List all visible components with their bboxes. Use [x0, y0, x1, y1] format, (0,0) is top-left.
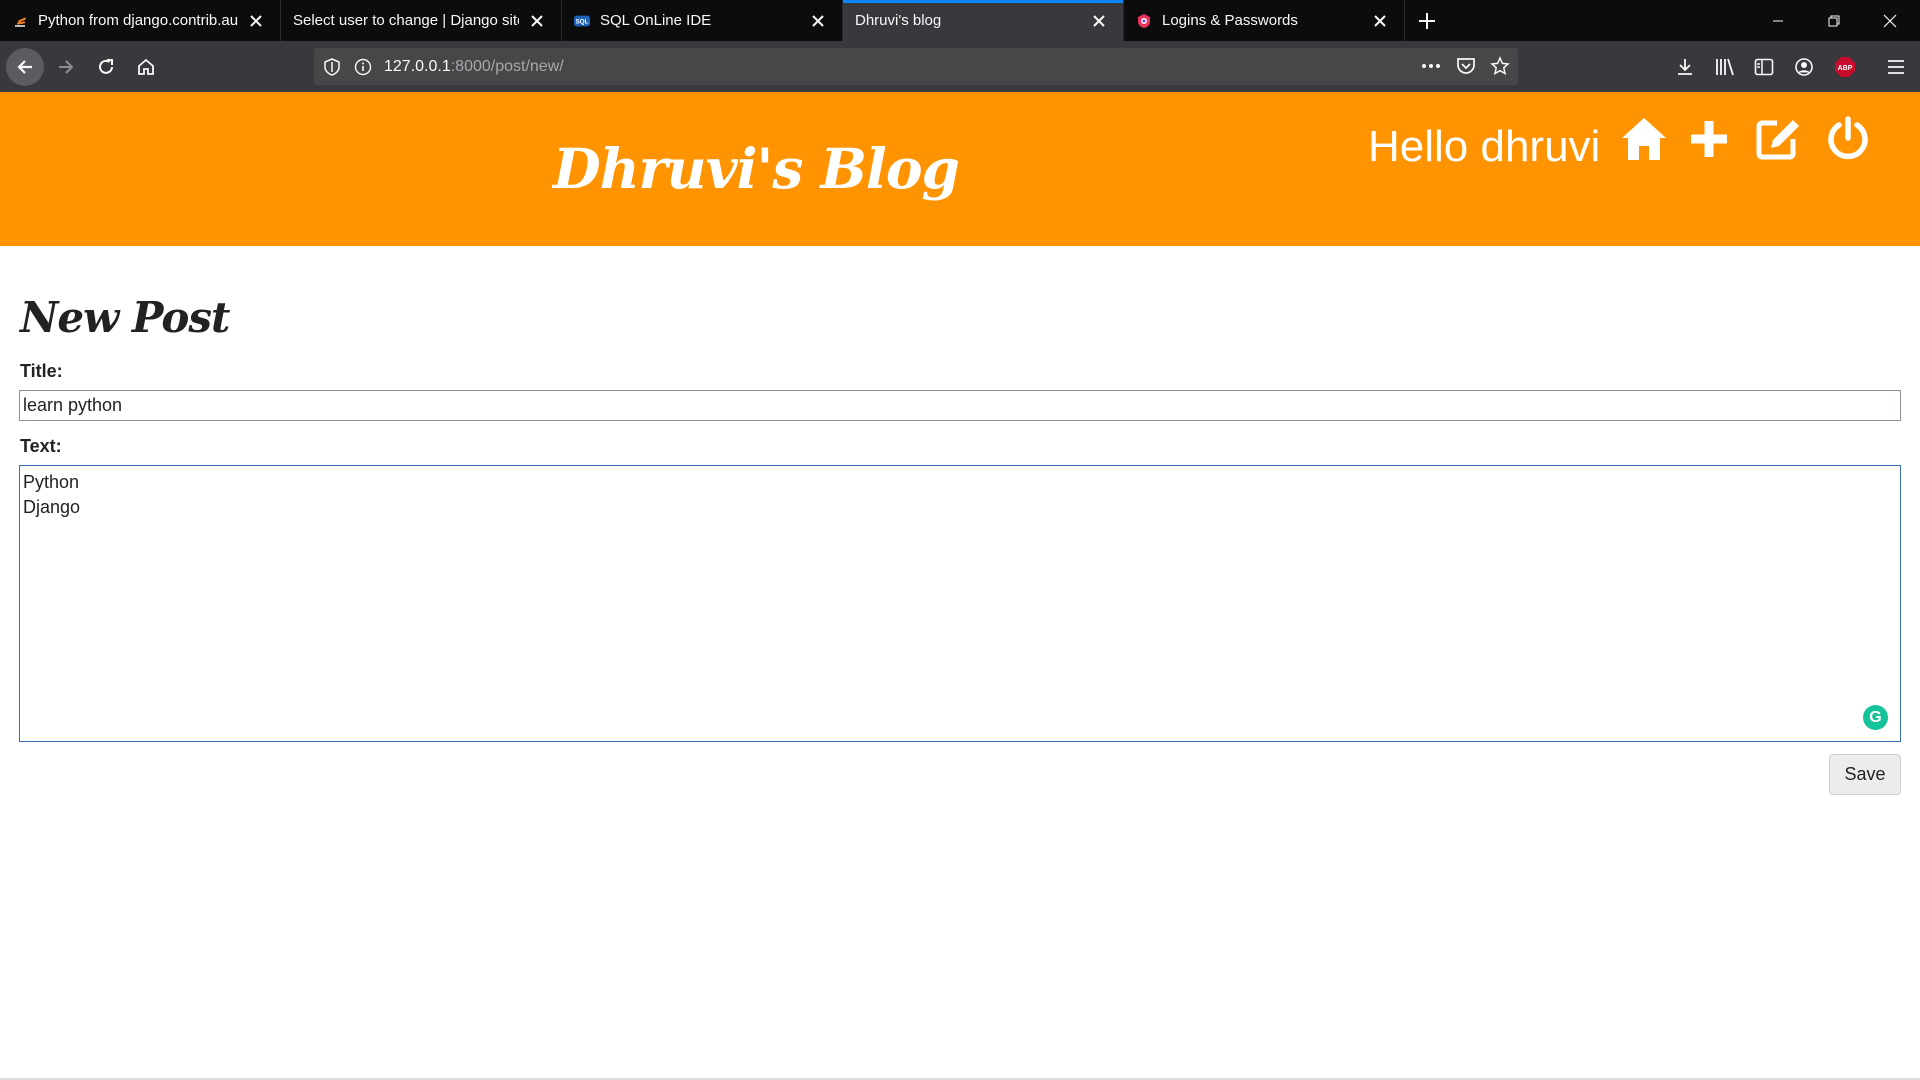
- abp-badge-text: ABP: [1838, 65, 1853, 72]
- tab-logins-passwords[interactable]: Logins & Passwords: [1124, 0, 1405, 41]
- tab-title: Dhruvi's blog: [855, 12, 942, 29]
- close-icon: [1883, 14, 1897, 27]
- account-icon[interactable]: [1791, 54, 1817, 80]
- tab-python-django[interactable]: Python from django.contrib.auth: [0, 0, 281, 41]
- text-label: Text:: [20, 436, 62, 456]
- tab-title: Logins & Passwords: [1162, 12, 1298, 29]
- sql-icon: SQL: [574, 13, 590, 29]
- home-icon[interactable]: [1619, 114, 1669, 164]
- navigation-toolbar: 127.0.0.1:8000/post/new/ ABP: [0, 41, 1920, 92]
- home-button[interactable]: [127, 48, 165, 86]
- forward-button[interactable]: [47, 48, 85, 86]
- close-icon[interactable]: [525, 9, 549, 33]
- site-info-icon[interactable]: [354, 58, 372, 76]
- new-tab-button[interactable]: [1405, 0, 1449, 41]
- blog-title[interactable]: Dhruvi's Blog: [553, 136, 960, 201]
- minimize-button[interactable]: [1750, 0, 1806, 41]
- close-window-button[interactable]: [1862, 0, 1918, 41]
- title-input[interactable]: [19, 390, 1901, 421]
- tab-sql-ide[interactable]: SQL SQL OnLine IDE: [562, 0, 843, 41]
- minimize-icon: [1773, 20, 1783, 21]
- stackoverflow-icon: [12, 13, 28, 29]
- library-icon[interactable]: [1712, 54, 1738, 80]
- reload-button[interactable]: [87, 48, 125, 86]
- url-host: 127.0.0.1: [384, 57, 451, 75]
- home-icon: [138, 58, 154, 75]
- plus-icon: [1419, 12, 1435, 29]
- back-button[interactable]: [6, 48, 44, 86]
- adblock-plus-icon[interactable]: ABP: [1832, 54, 1858, 80]
- close-icon[interactable]: [244, 9, 268, 33]
- page-actions-icon[interactable]: [1420, 57, 1442, 75]
- power-icon[interactable]: [1823, 114, 1873, 164]
- url-path: :8000/post/new/: [450, 57, 564, 75]
- bookmark-star-icon[interactable]: [1490, 56, 1510, 76]
- pocket-icon[interactable]: [1456, 57, 1476, 75]
- blog-header: Dhruvi's Blog Hello dhruvi: [0, 92, 1920, 246]
- title-label: Title:: [20, 361, 63, 381]
- text-textarea[interactable]: Python Django: [19, 465, 1901, 742]
- tab-title: Select user to change | Django site: [293, 12, 519, 29]
- grammarly-icon[interactable]: G: [1863, 705, 1888, 730]
- address-bar[interactable]: 127.0.0.1:8000/post/new/: [314, 48, 1518, 85]
- close-icon[interactable]: [806, 9, 830, 33]
- menu-icon[interactable]: [1883, 54, 1909, 80]
- restore-button[interactable]: [1806, 0, 1862, 41]
- close-icon[interactable]: [1087, 9, 1111, 33]
- edit-icon[interactable]: [1753, 114, 1803, 164]
- tab-title: SQL OnLine IDE: [600, 12, 712, 29]
- tab-dhruvis-blog[interactable]: Dhruvi's blog: [843, 0, 1124, 41]
- close-icon[interactable]: [1368, 9, 1392, 33]
- tab-strip: Python from django.contrib.auth Select u…: [0, 0, 1920, 41]
- tab-django-admin[interactable]: Select user to change | Django site: [281, 0, 562, 41]
- sql-badge-text: SQL: [576, 18, 589, 25]
- downloads-icon[interactable]: [1672, 54, 1698, 80]
- reload-icon: [99, 59, 113, 74]
- tracking-shield-icon[interactable]: [324, 57, 340, 76]
- save-button[interactable]: Save: [1829, 754, 1901, 795]
- page-title: New Post: [20, 293, 230, 342]
- sidebar-icon[interactable]: [1751, 54, 1777, 80]
- back-arrow-icon: [17, 60, 32, 74]
- tab-title: Python from django.contrib.auth: [38, 12, 238, 29]
- url-text: 127.0.0.1:8000/post/new/: [384, 58, 564, 76]
- lockwise-icon: [1136, 13, 1152, 29]
- restore-icon: [1828, 15, 1840, 26]
- user-greeting: Hello dhruvi: [1368, 122, 1601, 171]
- plus-icon[interactable]: [1684, 114, 1734, 164]
- forward-arrow-icon: [59, 60, 74, 74]
